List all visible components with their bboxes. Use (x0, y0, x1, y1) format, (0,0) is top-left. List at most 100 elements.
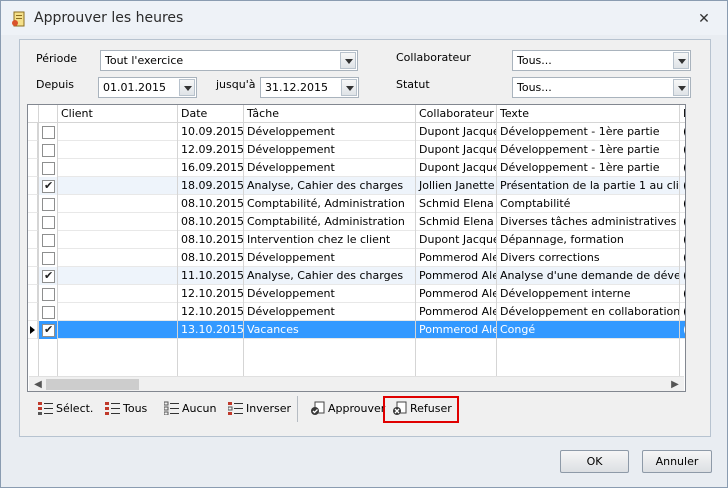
row-checkbox[interactable] (42, 216, 55, 229)
row-header[interactable] (28, 177, 38, 195)
cell-collaborateur[interactable]: Pommerod Alexa (416, 267, 497, 285)
cell-extra[interactable]: ( (680, 177, 685, 195)
cell-client[interactable] (58, 285, 178, 303)
cell-date[interactable]: 12.10.2015 (178, 303, 244, 321)
cell-date[interactable]: 11.10.2015 (178, 267, 244, 285)
row-header[interactable] (28, 141, 38, 159)
cell-collaborateur[interactable]: Pommerod Alexa (416, 321, 497, 339)
cell-extra[interactable]: ( (680, 285, 685, 303)
row-header[interactable] (28, 285, 38, 303)
cell-date[interactable]: 13.10.2015 (178, 321, 244, 339)
row-header[interactable] (28, 267, 38, 285)
cell-date[interactable]: 08.10.2015 (178, 195, 244, 213)
column-header-date[interactable]: Date (178, 105, 244, 123)
row-header[interactable] (28, 159, 38, 177)
inverser-button[interactable]: Inverser (227, 397, 291, 420)
row-checkbox[interactable] (42, 234, 55, 247)
cell-tache[interactable]: Développement (244, 141, 416, 159)
cell-client[interactable] (58, 213, 178, 231)
scroll-left-icon[interactable]: ◀ (31, 378, 45, 391)
column-header-tache[interactable]: Tâche (244, 105, 416, 123)
row-header[interactable] (28, 249, 38, 267)
cell-extra[interactable]: ( (680, 141, 685, 159)
cell-client[interactable] (58, 303, 178, 321)
cell-tache[interactable]: Analyse, Cahier des charges (244, 177, 416, 195)
table-row[interactable]: 08.10.2015 Comptabilité, Administration Sc… (28, 195, 685, 213)
cell-tache[interactable]: Analyse, Cahier des charges (244, 267, 416, 285)
row-checkbox[interactable] (42, 323, 55, 337)
row-checkbox[interactable] (42, 144, 55, 157)
chevron-down-icon[interactable] (673, 52, 689, 69)
cell-texte[interactable]: Analyse d'une demande de développe (497, 267, 680, 285)
tous-button[interactable]: Tous (105, 397, 147, 420)
cell-tache[interactable]: Comptabilité, Administration (244, 195, 416, 213)
cell-collaborateur[interactable]: Dupont Jacques (416, 141, 497, 159)
table-row[interactable]: 12.10.2015DéveloppementPommerod AlexaDév… (28, 285, 685, 303)
cell-extra[interactable]: ( (680, 213, 685, 231)
cell-date[interactable]: 12.09.2015 (178, 141, 244, 159)
scroll-right-icon[interactable]: ▶ (668, 378, 682, 391)
cell-extra[interactable]: ( (680, 321, 685, 339)
horizontal-scrollbar[interactable]: ◀ ▶ (29, 376, 684, 391)
aucun-button[interactable]: Aucun (163, 397, 217, 420)
cell-date[interactable]: 08.10.2015 (178, 231, 244, 249)
cell-texte[interactable]: Développement - 1ère partie (497, 159, 680, 177)
table-row[interactable]: 08.10.2015 Intervention chez le client Dup… (28, 231, 685, 249)
cell-client[interactable] (58, 321, 178, 339)
cell-texte[interactable]: Congé (497, 321, 680, 339)
cell-extra[interactable]: ( (680, 231, 685, 249)
cell-tache[interactable]: Développement (244, 123, 416, 141)
chevron-down-icon[interactable] (179, 79, 195, 96)
cell-collaborateur[interactable]: Dupont Jacques (416, 159, 497, 177)
column-header-texte[interactable]: Texte (497, 105, 680, 123)
row-checkbox[interactable] (42, 269, 55, 283)
cell-collaborateur[interactable]: Jollien Janette (416, 177, 497, 195)
cell-client[interactable] (58, 177, 178, 195)
column-header-extra[interactable]: I (680, 105, 685, 123)
cell-texte[interactable]: Développement interne (497, 285, 680, 303)
cell-texte[interactable]: Développement en collaboration avec (497, 303, 680, 321)
close-icon[interactable]: ✕ (695, 10, 713, 28)
table-row[interactable]: 18.09.2015Analyse, Cahier des chargesJol… (28, 177, 685, 195)
cell-extra[interactable]: ( (680, 195, 685, 213)
cell-date[interactable]: 16.09.2015 (178, 159, 244, 177)
cell-collaborateur[interactable]: Dupont Jacques (416, 123, 497, 141)
cell-client[interactable] (58, 249, 178, 267)
cell-tache[interactable]: Développement (244, 303, 416, 321)
jusqua-date-picker[interactable]: 31.12.2015 (260, 77, 359, 98)
table-row[interactable]: 16.09.2015 Développement Dupont Jacques Dév… (28, 159, 685, 177)
cell-extra[interactable]: ( (680, 159, 685, 177)
table-row[interactable]: 10.09.2015 Développement Dupont Jacques Dév… (28, 123, 685, 141)
cell-tache[interactable]: Développement (244, 159, 416, 177)
row-header[interactable] (28, 195, 38, 213)
cell-collaborateur[interactable]: Pommerod Alexa (416, 303, 497, 321)
cell-client[interactable] (58, 231, 178, 249)
table-row[interactable]: 12.10.2015DéveloppementPommerod AlexaDév… (28, 303, 685, 321)
row-checkbox[interactable] (42, 162, 55, 175)
cell-collaborateur[interactable]: Schmid Elena (416, 213, 497, 231)
cell-texte[interactable]: Présentation de la partie 1 au client (497, 177, 680, 195)
periode-select[interactable]: Tout l'exercice (100, 50, 358, 71)
chevron-down-icon[interactable] (341, 79, 357, 96)
cell-texte[interactable]: Comptabilité (497, 195, 680, 213)
row-header[interactable] (28, 321, 38, 339)
cell-texte[interactable]: Développement - 1ère partie (497, 123, 680, 141)
cell-extra[interactable]: ( (680, 303, 685, 321)
select-button[interactable]: Sélect. (38, 397, 93, 420)
cell-client[interactable] (58, 123, 178, 141)
cell-tache[interactable]: Comptabilité, Administration (244, 213, 416, 231)
column-header-client[interactable]: Client (58, 105, 178, 123)
cell-client[interactable] (58, 159, 178, 177)
collaborateur-select[interactable]: Tous... (512, 50, 691, 71)
cell-collaborateur[interactable]: Pommerod Alexa (416, 249, 497, 267)
cell-texte[interactable]: Développement - 1ère partie (497, 141, 680, 159)
depuis-date-picker[interactable]: 01.01.2015 (98, 77, 197, 98)
cell-collaborateur[interactable]: Pommerod Alexa (416, 285, 497, 303)
cell-tache[interactable]: Vacances (244, 321, 416, 339)
statut-select[interactable]: Tous... (512, 77, 691, 98)
table-row[interactable]: 08.10.2015 Comptabilité, Administration Sc… (28, 213, 685, 231)
row-header[interactable] (28, 231, 38, 249)
cell-extra[interactable]: ( (680, 123, 685, 141)
cell-extra[interactable]: ( (680, 249, 685, 267)
annuler-button[interactable]: Annuler (642, 450, 712, 473)
